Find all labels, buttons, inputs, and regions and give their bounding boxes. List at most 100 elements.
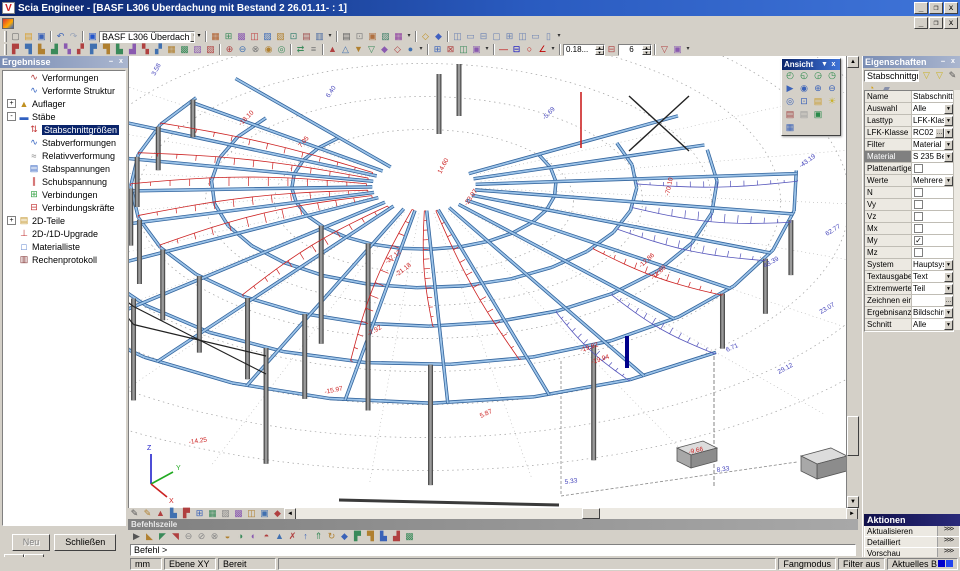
chevron-down-icon[interactable]: ▼: [944, 152, 953, 162]
toolbar-icon[interactable]: ◫: [516, 31, 529, 43]
toolbar-icon[interactable]: ⊘: [195, 531, 208, 543]
toolbar-icon[interactable]: ○: [523, 44, 536, 56]
toolbar-icon[interactable]: ◓: [260, 531, 273, 543]
toolbar-icon[interactable]: ▯: [542, 31, 555, 43]
toolbar-icon[interactable]: ⊕: [223, 44, 236, 56]
toolbar-icon[interactable]: ▦: [392, 31, 405, 43]
chevron-down-icon[interactable]: ▼: [944, 320, 953, 330]
toolbar-icon[interactable]: ◉: [262, 44, 275, 56]
scroll-up-icon[interactable]: ▲: [847, 56, 859, 68]
property-grid-scrollbar[interactable]: [953, 90, 960, 330]
toolbar-icon[interactable]: —: [497, 44, 510, 56]
toolbar-icon[interactable]: ◶: [811, 70, 825, 83]
toolbar-icon[interactable]: ◎: [783, 96, 797, 109]
toolbar-icon[interactable]: ⊕: [811, 83, 825, 96]
toolbar-icon[interactable]: ▤: [22, 31, 35, 43]
chevron-down-icon[interactable]: ▼: [944, 128, 953, 138]
toolbar-icon[interactable]: ▣: [811, 109, 825, 122]
checkbox[interactable]: ✓: [914, 236, 923, 245]
toolbar-icon[interactable]: ▩: [235, 31, 248, 43]
status-filter[interactable]: Filter aus: [838, 558, 885, 570]
vertical-scrollbar[interactable]: ▲ ▼: [846, 56, 858, 508]
tree-expander-icon[interactable]: +: [7, 216, 16, 225]
toolbar-icon[interactable]: ▧: [204, 44, 217, 56]
checkbox[interactable]: [914, 248, 923, 257]
chevron-down-icon[interactable]: ▾: [405, 31, 413, 43]
toolbar-icon[interactable]: ▙: [113, 44, 126, 56]
ellipsis-button[interactable]: …: [935, 128, 944, 138]
pin-icon[interactable]: ⎯: [106, 57, 116, 67]
restore-button[interactable]: ❐: [929, 2, 943, 14]
chevron-down-icon[interactable]: ▼: [944, 140, 953, 150]
toolbar-icon[interactable]: ◫: [457, 44, 470, 56]
project-combo[interactable]: BASF L306 Überdach▼: [99, 31, 195, 43]
action-run-button[interactable]: >>>: [937, 537, 959, 547]
action-detailliert[interactable]: Detailliert>>>: [864, 537, 960, 548]
toolbar-icon[interactable]: ▥: [313, 31, 326, 43]
tree-item-stabspannungen[interactable]: ▤Stabspannungen: [3, 162, 125, 175]
scroll-thumb[interactable]: [582, 508, 600, 519]
toolbar-icon[interactable]: ▟: [48, 44, 61, 56]
scroll-left-icon[interactable]: ◄: [284, 508, 296, 520]
property-value[interactable]: ✓: [912, 235, 953, 246]
close-icon[interactable]: x: [829, 61, 838, 68]
property-value[interactable]: [912, 247, 953, 258]
tree-item-verbindungskr-fte[interactable]: ⊟Verbindungskräfte: [3, 201, 125, 214]
toolbar-icon[interactable]: ◵: [797, 70, 811, 83]
toolbar-icon[interactable]: ✎: [946, 70, 959, 82]
property-value[interactable]: S 235 Besta▼: [912, 151, 953, 162]
toolbar-icon[interactable]: ◒: [221, 531, 234, 543]
toolbar-icon[interactable]: ▨: [379, 31, 392, 43]
tree-item-st-be[interactable]: -▬Stäbe: [3, 110, 125, 123]
toolbar-icon[interactable]: ▣: [366, 31, 379, 43]
toolbar-icon[interactable]: ▣: [35, 31, 48, 43]
toolbar-icon[interactable]: ▛: [180, 508, 193, 520]
toolbar-icon[interactable]: ▙: [377, 531, 390, 543]
property-value[interactable]: Stabschnittkr...: [912, 91, 953, 102]
toolbar-icon[interactable]: ✗: [286, 531, 299, 543]
toolbar-grip[interactable]: [4, 31, 7, 42]
toolbar-icon[interactable]: ⊡: [353, 31, 366, 43]
chevron-down-icon[interactable]: ▼: [944, 176, 953, 186]
toolbar-icon[interactable]: ⇄: [294, 44, 307, 56]
toolbar-icon[interactable]: ⊗: [249, 44, 262, 56]
toolbar-icon[interactable]: ◫: [245, 508, 258, 520]
close-button[interactable]: x: [944, 2, 958, 14]
toolbar-icon[interactable]: ⇑: [312, 531, 325, 543]
tree-expander-icon[interactable]: -: [7, 112, 16, 121]
document-icon[interactable]: [2, 18, 14, 29]
tree-expander-icon[interactable]: +: [7, 99, 16, 108]
toolbar-icon[interactable]: ▟: [126, 44, 139, 56]
ellipsis-button[interactable]: …: [944, 296, 953, 306]
checkbox[interactable]: [914, 212, 923, 221]
toolbar-icon[interactable]: ▛: [87, 44, 100, 56]
toolbar-icon[interactable]: ▚: [61, 44, 74, 56]
property-type-combo[interactable]: Stabschnittgrö▼: [864, 70, 919, 82]
property-value[interactable]: Alle▼: [912, 103, 953, 114]
chevron-down-icon[interactable]: ▾: [549, 44, 557, 56]
command-line-header[interactable]: Befehlszeile: [128, 519, 858, 530]
pin-icon[interactable]: ⎯: [938, 57, 948, 67]
toolbar-icon[interactable]: ▤: [340, 31, 353, 43]
tree-item-2d-teile[interactable]: +▤2D-Teile: [3, 214, 125, 227]
toolbar-icon[interactable]: ⊞: [431, 44, 444, 56]
toolbar-icon[interactable]: ▼: [352, 44, 365, 56]
property-value[interactable]: [912, 211, 953, 222]
property-value[interactable]: LFK-Klasse▼: [912, 115, 953, 126]
checkbox[interactable]: [914, 224, 923, 233]
chevron-down-icon[interactable]: ▾: [326, 31, 334, 43]
minimize-button[interactable]: _: [914, 2, 928, 14]
toolbar-icon[interactable]: ▜: [364, 531, 377, 543]
horizontal-scrollbar[interactable]: [296, 508, 846, 519]
chevron-down-icon[interactable]: ▾: [417, 44, 425, 56]
count-spinner[interactable]: 6 ▲▼: [618, 44, 652, 56]
toolbar-icon[interactable]: ◆: [432, 31, 445, 43]
toolbar-icon[interactable]: ∠: [536, 44, 549, 56]
tree-item-2d-1d-upgrade[interactable]: ⊥2D-/1D-Upgrade: [3, 227, 125, 240]
property-value[interactable]: RC02 Lin…▼: [912, 127, 953, 138]
action-run-button[interactable]: >>>: [937, 526, 959, 536]
tree-item-verbindungen[interactable]: ⊞Verbindungen: [3, 188, 125, 201]
mdi-restore-button[interactable]: ❐: [929, 17, 943, 29]
toolbar-icon[interactable]: ▢: [490, 31, 503, 43]
checkbox[interactable]: [914, 200, 923, 209]
